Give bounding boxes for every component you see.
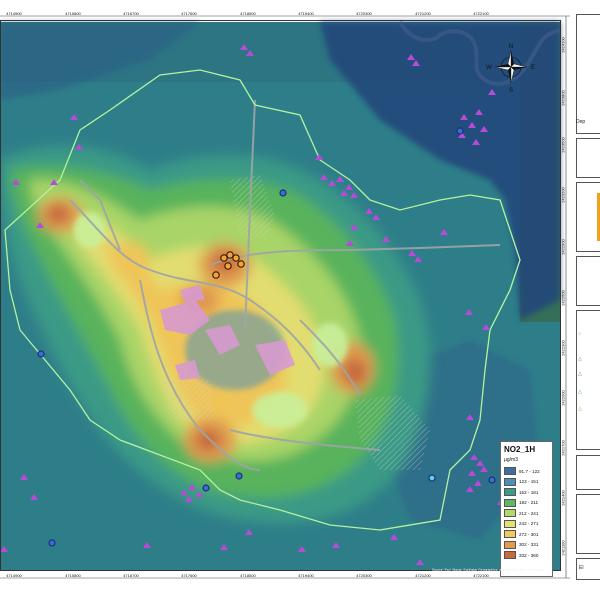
tick-right: 2421400 <box>560 490 566 506</box>
tick-right: 2423200 <box>560 187 566 203</box>
legend-label: 152 - 181 <box>519 489 539 495</box>
legend-label: 91.7 - 122 <box>519 468 540 474</box>
tick-bottom: 4722100 <box>473 573 489 578</box>
legend-swatch <box>504 477 516 486</box>
tick-right: 2422600 <box>560 290 566 306</box>
legend-swatch <box>504 509 516 518</box>
tick-right: 2422900 <box>560 239 566 255</box>
legend-row: 272 - 301 <box>504 529 549 540</box>
legend-label: 302 - 331 <box>519 542 539 548</box>
map-area <box>0 20 561 570</box>
tick-bottom: 4714900 <box>6 573 22 578</box>
tick-right: 2423500 <box>560 137 566 153</box>
legend-label: 123 - 151 <box>519 479 539 485</box>
tick-top: 4715800 <box>65 11 81 16</box>
side-marker: △ <box>578 406 582 412</box>
legend-label: 212 - 241 <box>519 510 539 516</box>
side-marker: ○ <box>578 331 582 337</box>
tick-bottom: 4720300 <box>356 573 372 578</box>
side-box <box>576 494 600 554</box>
legend-row: 302 - 331 <box>504 540 549 551</box>
legend-title: NO2_1H <box>504 445 536 454</box>
side-panel: Dep ○ △ △ △ △ El <box>570 0 600 600</box>
tick-bottom: 4717600 <box>181 573 197 578</box>
map-attribution: Source: Esri, Maxar, Earthstar Geographi… <box>432 568 544 572</box>
legend-row: 332 - 360 <box>504 550 549 561</box>
legend-swatch <box>504 498 516 507</box>
tick-top: 4722100 <box>473 11 489 16</box>
side-box-logo <box>576 182 600 252</box>
tick-top: 4720300 <box>356 11 372 16</box>
side-text-1: Dep <box>576 119 586 125</box>
legend-swatch <box>504 530 516 539</box>
tick-top: 4719400 <box>298 11 314 16</box>
legend-row: 123 - 151 <box>504 477 549 488</box>
tick-bottom: 4721200 <box>415 573 431 578</box>
tick-right: 2424100 <box>560 37 566 53</box>
tick-bottom: 4715800 <box>65 573 81 578</box>
tick-right: 2421700 <box>560 440 566 456</box>
legend-row: 212 - 241 <box>504 508 549 519</box>
legend-swatch <box>504 467 516 476</box>
legend-label: 272 - 301 <box>519 531 539 537</box>
legend-row: 152 - 181 <box>504 487 549 498</box>
legend-swatch <box>504 540 516 549</box>
tick-top: 4718500 <box>240 11 256 16</box>
legend-unit: µg/m3 <box>504 457 518 463</box>
north-label: N <box>509 44 513 50</box>
tick-top: 4721200 <box>415 11 431 16</box>
side-text-2: El <box>579 565 584 571</box>
tick-bottom: 4719400 <box>298 573 314 578</box>
legend-swatch <box>504 488 516 497</box>
east-label: E <box>531 65 535 71</box>
side-box <box>576 455 600 490</box>
legend-label: 332 - 360 <box>519 552 539 558</box>
side-box: El <box>576 558 600 580</box>
side-box-legend: ○ △ △ △ △ <box>576 310 600 450</box>
map-legend: NO2_1H µg/m3 91.7 - 122 123 - 151 152 - … <box>500 441 553 577</box>
tick-right: 2422000 <box>560 390 566 406</box>
legend-swatch <box>504 519 516 528</box>
legend-row: 182 - 211 <box>504 498 549 509</box>
legend-rows: 91.7 - 122 123 - 151 152 - 181 182 - 211… <box>504 466 549 561</box>
side-marker: △ <box>578 389 582 395</box>
west-label: W <box>486 65 492 71</box>
tick-right: 2422300 <box>560 340 566 356</box>
side-marker: △ <box>578 371 582 377</box>
south-label: S <box>509 88 513 94</box>
side-box <box>576 138 600 178</box>
tick-top: 4714900 <box>6 11 22 16</box>
tick-right: 2421100 <box>560 540 566 556</box>
side-box <box>576 256 600 306</box>
tick-bottom: 4716700 <box>123 573 139 578</box>
tick-top: 4717600 <box>181 11 197 16</box>
legend-label: 182 - 211 <box>519 500 539 506</box>
side-box-locator: Dep <box>576 14 600 134</box>
legend-label: 242 - 271 <box>519 521 539 527</box>
side-marker: △ <box>578 356 582 362</box>
tick-bottom: 4718500 <box>240 573 256 578</box>
tick-right: 2423800 <box>560 90 566 106</box>
tick-top: 4716700 <box>123 11 139 16</box>
legend-row: 242 - 271 <box>504 519 549 530</box>
map-frame: N S E W 4714900 4715800 4716700 4717600 … <box>0 0 600 600</box>
legend-swatch <box>504 551 516 560</box>
legend-row: 91.7 - 122 <box>504 466 549 477</box>
